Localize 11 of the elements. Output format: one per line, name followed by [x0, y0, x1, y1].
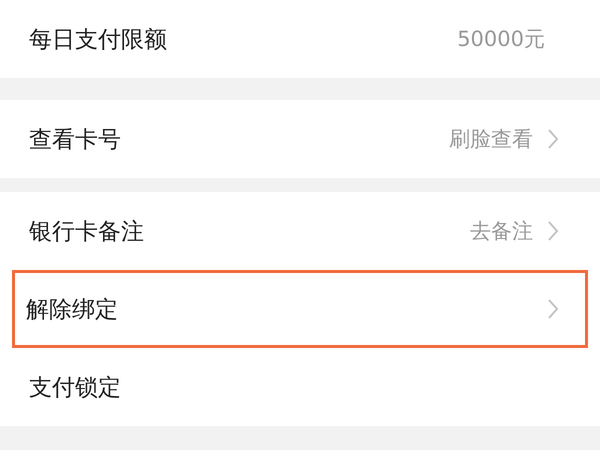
row-value: 去备注: [470, 218, 533, 245]
settings-row[interactable]: 银行卡备注 去备注: [0, 192, 588, 270]
row-label: 解除绑定: [26, 296, 119, 324]
settings-row[interactable]: 解除绑定: [12, 270, 588, 348]
row-label: 查看卡号: [29, 126, 122, 154]
settings-row[interactable]: 支付锁定: [0, 348, 588, 426]
row-label: 支付锁定: [29, 374, 122, 402]
row-value: 50000元: [457, 26, 545, 53]
row-value: 刷脸查看: [449, 126, 533, 153]
row-label: 银行卡备注: [29, 218, 145, 246]
row-label: 每日支付限额: [29, 26, 168, 54]
